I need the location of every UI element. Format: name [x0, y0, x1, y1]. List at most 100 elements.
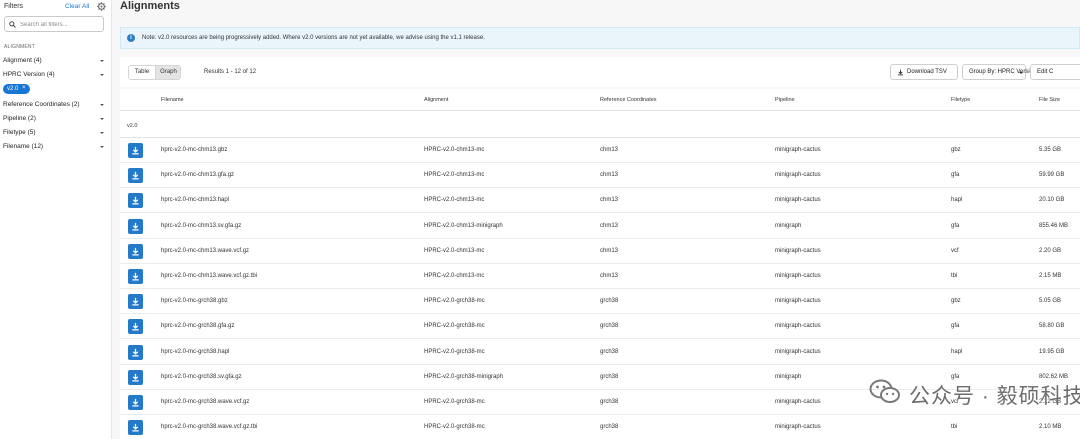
chevron-down-icon: [100, 60, 104, 62]
group-by-dropdown[interactable]: Group By: HPRC Version: [962, 64, 1036, 80]
download-button[interactable]: [128, 369, 143, 385]
chevron-down-icon: [100, 74, 104, 76]
download-button[interactable]: [128, 193, 143, 209]
cell-file-size: 2.20 GB: [1039, 247, 1062, 254]
table-row: hprc-v2.0-mc-grch38.wave.vcf.gz.tbi HPRC-…: [120, 415, 1080, 439]
download-button[interactable]: [128, 294, 143, 310]
cell-alignment: HPRC-v2.0-chm13-minigraph: [424, 222, 503, 229]
cell-filename: hprc-v2.0-mc-grch38.gbz: [161, 298, 228, 305]
filter-label: Alignment (4): [3, 57, 42, 64]
cell-alignment: HPRC-v2.0-grch38-mc: [424, 348, 485, 355]
column-header-file-size[interactable]: File Size: [1039, 97, 1060, 103]
edit-columns-button[interactable]: Edit C: [1030, 64, 1080, 80]
filter-reference-coordinates[interactable]: Reference Coordinates (2): [3, 100, 107, 111]
filter-search-box[interactable]: [4, 16, 104, 32]
cell-alignment: HPRC-v2.0-chm13-mc: [424, 247, 485, 254]
download-button[interactable]: [128, 269, 143, 284]
column-header-alignment[interactable]: Alignment: [424, 97, 448, 103]
table-row: hprc-v2.0-mc-chm13.sv.gfa.gz HPRC-v2.0-ch…: [120, 214, 1080, 239]
chevron-down-icon: [100, 118, 104, 120]
column-header-filetype[interactable]: Filetype: [951, 97, 970, 103]
cell-alignment: HPRC-v2.0-grch38-mc: [424, 323, 485, 330]
filter-filename[interactable]: Filename (12): [3, 142, 107, 153]
table-row: hprc-v2.0-mc-grch38.gfa.gz HPRC-v2.0-grch…: [120, 314, 1080, 340]
cell-file-size: 2.15 MB: [1039, 273, 1062, 279]
cell-pipeline: minigraph-cactus: [775, 348, 821, 355]
download-icon: [132, 373, 139, 382]
cell-filename: hprc-v2.0-mc-chm13.wave.vcf.gz.tbi: [161, 273, 258, 279]
cell-file-size: 855.46 MB: [1039, 222, 1069, 229]
cell-pipeline: minigraph-cactus: [775, 172, 821, 179]
cell-reference: chm13: [600, 273, 619, 279]
table-header: Filename Alignment Reference Coordinates…: [120, 89, 1080, 111]
cell-filetype: vcf: [951, 247, 959, 254]
cell-filename: hprc-v2.0-mc-chm13.hapl: [161, 197, 230, 204]
filter-label: HPRC Version (4): [3, 71, 55, 78]
cell-file-size: 59.99 GB: [1039, 172, 1065, 179]
cell-pipeline: minigraph-cactus: [775, 273, 821, 279]
cell-reference: chm13: [600, 197, 619, 204]
filter-pipeline[interactable]: Pipeline (2): [3, 114, 107, 125]
notice-text: Note: v2.0 resources are being progressi…: [142, 35, 485, 41]
cell-reference: chm13: [600, 247, 619, 254]
download-icon: [132, 348, 139, 357]
cell-alignment: HPRC-v2.0-chm13-mc: [424, 147, 485, 153]
download-button[interactable]: [128, 420, 143, 436]
download-button[interactable]: [128, 168, 143, 184]
watermark: 公众号 · 毅硕科技: [869, 375, 1080, 415]
filter-chip-v2[interactable]: v2.0 ×: [3, 84, 30, 94]
filter-hprc-version[interactable]: HPRC Version (4): [3, 70, 107, 81]
filter-label: Filename (12): [3, 143, 44, 150]
gear-icon[interactable]: [97, 2, 106, 11]
download-icon: [132, 172, 139, 180]
filter-filetype[interactable]: Filetype (5): [3, 128, 107, 139]
table-toolbar: Table Graph Results 1 - 12 of 12 Downloa…: [120, 57, 1080, 87]
column-header-reference-coordinates[interactable]: Reference Coordinates: [600, 97, 657, 103]
tab-table[interactable]: Table: [129, 66, 155, 79]
column-header-pipeline[interactable]: Pipeline: [775, 97, 795, 103]
cell-pipeline: minigraph-cactus: [775, 197, 821, 204]
cell-filetype: hapl: [951, 348, 963, 355]
chevron-down-icon: [1019, 72, 1023, 74]
info-notice: i Note: v2.0 resources are being progres…: [120, 27, 1080, 49]
cell-reference: chm13: [600, 172, 619, 179]
download-button[interactable]: [128, 319, 143, 335]
download-tsv-label: Download TSV: [907, 69, 947, 75]
chevron-down-icon: [100, 104, 104, 106]
cell-file-size: 2.10 MB: [1039, 424, 1062, 431]
edit-columns-label: Edit C: [1037, 69, 1054, 75]
chevron-down-icon: [100, 132, 104, 134]
cell-filename: hprc-v2.0-mc-grch38.wave.vcf.gz.tbi: [161, 424, 258, 431]
cell-reference: grch38: [600, 323, 619, 330]
download-button[interactable]: [128, 143, 143, 158]
cell-alignment: HPRC-v2.0-chm13-mc: [424, 172, 485, 179]
table-row: hprc-v2.0-mc-chm13.gbz HPRC-v2.0-chm13-mc…: [120, 138, 1080, 163]
cell-filename: hprc-v2.0-mc-grch38.wave.vcf.gz: [161, 399, 250, 405]
search-input[interactable]: [20, 19, 100, 30]
clear-all-link[interactable]: Clear All: [65, 3, 89, 10]
close-icon[interactable]: ×: [22, 85, 26, 91]
cell-alignment: HPRC-v2.0-grch38-mc: [424, 298, 485, 305]
filters-header: Filters Clear All: [4, 2, 108, 13]
cell-reference: chm13: [600, 147, 619, 153]
cell-reference: grch38: [600, 298, 619, 305]
cell-alignment: HPRC-v2.0-grch38-mc: [424, 424, 485, 431]
download-button[interactable]: [128, 395, 143, 410]
download-button[interactable]: [128, 243, 143, 259]
tab-graph[interactable]: Graph: [155, 66, 180, 79]
filter-alignment[interactable]: Alignment (4): [3, 56, 107, 67]
cell-filetype: tbi: [951, 273, 958, 279]
table-row: hprc-v2.0-mc-grch38.hapl HPRC-v2.0-grch38…: [120, 340, 1080, 365]
cell-alignment: HPRC-v2.0-grch38-mc: [424, 399, 485, 405]
download-icon: [132, 398, 139, 407]
cell-alignment: HPRC-v2.0-chm13-mc: [424, 273, 485, 279]
download-tsv-button[interactable]: Download TSV: [890, 64, 958, 80]
download-button[interactable]: [128, 218, 143, 234]
cell-file-size: 5.05 GB: [1039, 298, 1062, 305]
download-icon: [132, 146, 139, 155]
cell-file-size: 5.35 GB: [1039, 147, 1062, 153]
column-header-filename[interactable]: Filename: [161, 97, 184, 103]
group-row: v2.0: [120, 111, 1080, 138]
table-row: hprc-v2.0-mc-chm13.hapl HPRC-v2.0-chm13-m…: [120, 188, 1080, 214]
download-button[interactable]: [128, 344, 143, 360]
